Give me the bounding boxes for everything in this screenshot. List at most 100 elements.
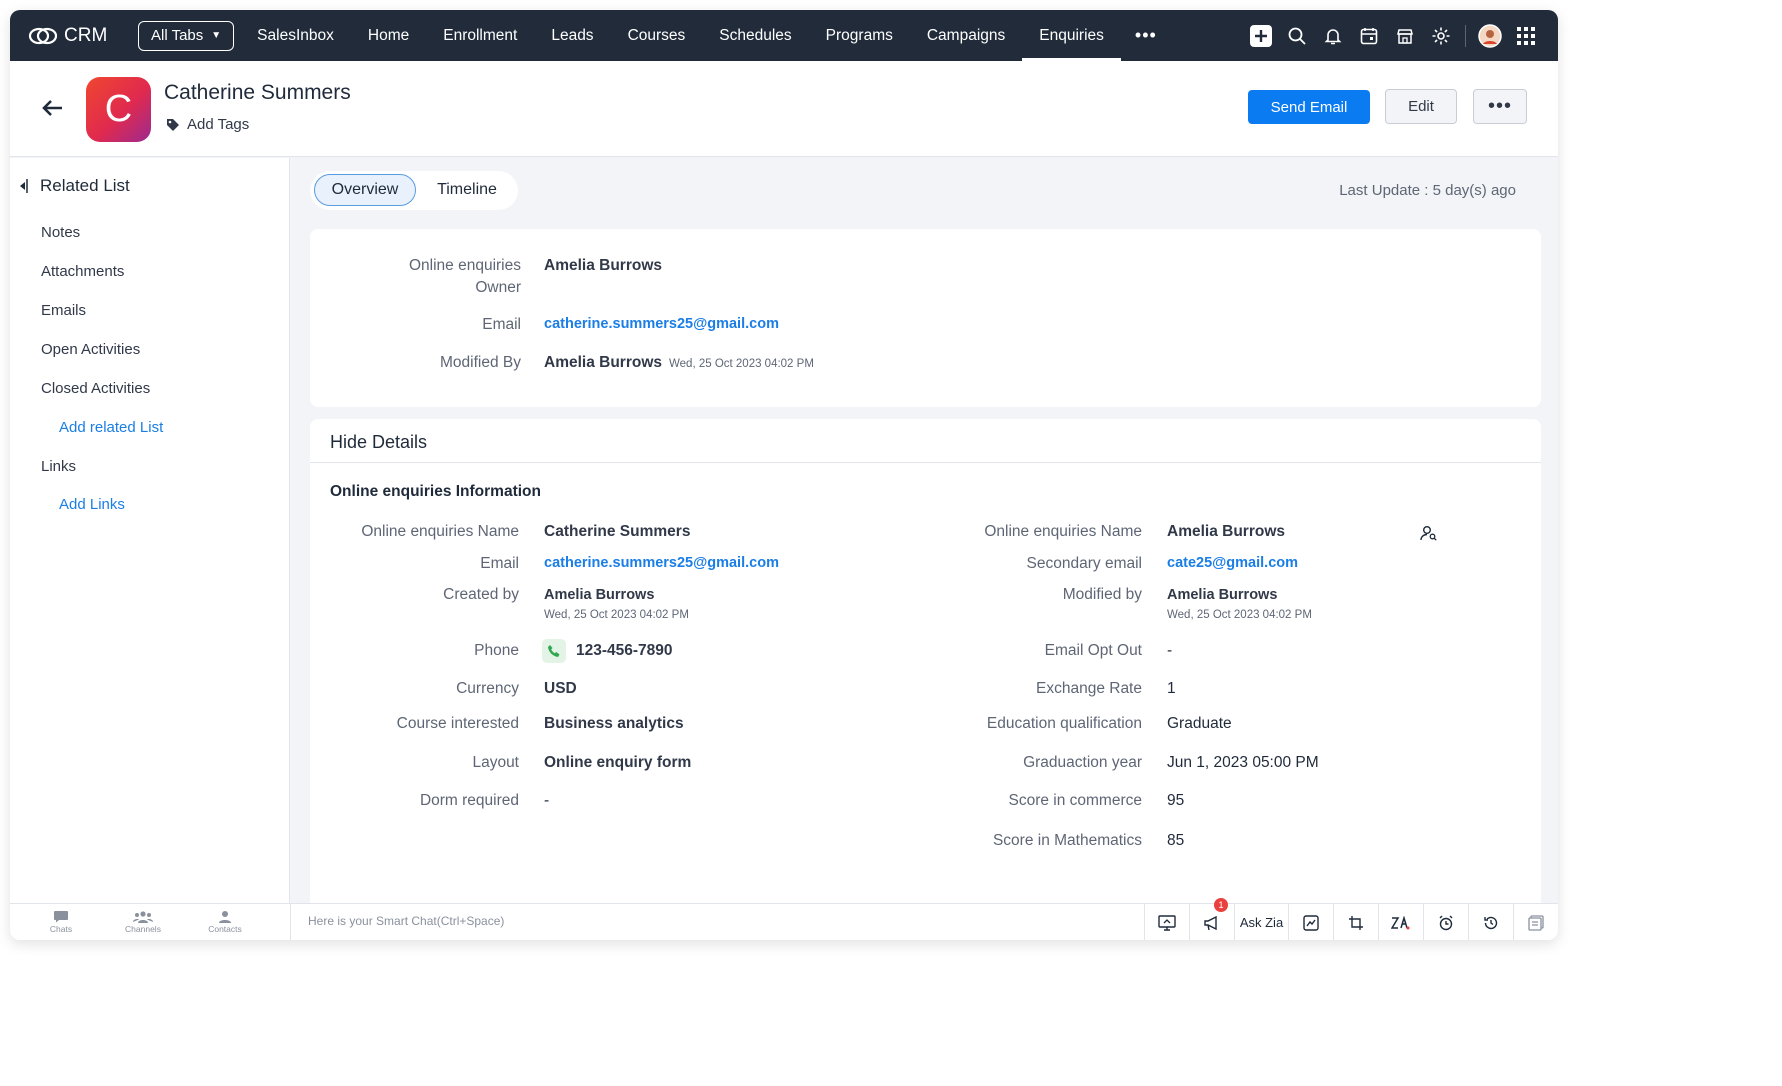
tab-programs[interactable]: Programs (809, 10, 910, 61)
email-value[interactable]: catherine.summers25@gmail.com (544, 316, 779, 332)
zia-logo-icon[interactable] (1378, 904, 1423, 940)
record-header: C Catherine Summers Add Tags Send Email … (10, 61, 1558, 157)
add-tags-button[interactable]: Add Tags (166, 116, 249, 133)
created-by-time: Wed, 25 Oct 2023 04:02 PM (544, 609, 689, 621)
tab-schedules[interactable]: Schedules (702, 10, 808, 61)
sidebar-item-notes[interactable]: Notes (41, 224, 80, 241)
footer-tools: 1 Ask Zia (1144, 898, 1558, 940)
related-list-header[interactable]: Related List (18, 176, 130, 196)
sidebar-item-links[interactable]: Links (41, 458, 76, 475)
tab-leads[interactable]: Leads (534, 10, 610, 61)
related-list-sidebar: Related List Notes Attachments Emails Op… (10, 158, 290, 903)
tab-overview[interactable]: Overview (314, 174, 416, 206)
record-avatar: C (86, 77, 151, 142)
channels-icon (113, 908, 173, 924)
chat-bubble-icon (31, 908, 91, 924)
modified-by-label: Modified by (1062, 586, 1142, 603)
footer-divider (290, 904, 291, 940)
score-commerce-label: Score in commerce (1008, 792, 1142, 809)
dorm-required-label: Dorm required (419, 792, 519, 809)
tab-campaigns[interactable]: Campaigns (910, 10, 1022, 61)
tab-courses[interactable]: Courses (611, 10, 703, 61)
currency-label: Currency (456, 680, 519, 697)
ask-zia-button[interactable]: Ask Zia (1234, 904, 1288, 940)
phone-value[interactable]: 123-456-7890 (576, 642, 673, 660)
enquiry-owner-name-value: Amelia Burrows (1167, 523, 1286, 540)
graduation-year-label: Graduaction year (1023, 754, 1142, 771)
crm-window: CRM All Tabs ▼ SalesInbox Home Enrollmen… (10, 10, 1558, 940)
smart-chat-input[interactable]: Here is your Smart Chat(Ctrl+Space) (308, 914, 504, 928)
view-tabs: Overview Timeline (310, 171, 518, 210)
email-opt-out-value: - (1167, 642, 1173, 659)
summary-card: Online enquiries Owner Amelia Burrows Em… (310, 229, 1541, 407)
exchange-rate-value: 1 (1167, 680, 1176, 697)
phone-label: Phone (474, 642, 519, 659)
hide-details-toggle[interactable]: Hide Details (330, 432, 427, 453)
calendar-icon[interactable] (1351, 18, 1387, 54)
email-label: Email (480, 555, 519, 572)
all-tabs-dropdown[interactable]: All Tabs ▼ (138, 20, 235, 51)
sidebar-item-attachments[interactable]: Attachments (41, 263, 124, 280)
currency-value: USD (544, 680, 577, 697)
sidebar-item-closed-activities[interactable]: Closed Activities (41, 380, 150, 397)
alarm-clock-icon[interactable] (1423, 904, 1468, 940)
score-mathematics-value: 85 (1167, 832, 1185, 849)
tab-timeline[interactable]: Timeline (424, 174, 510, 206)
bell-icon[interactable] (1315, 18, 1351, 54)
modified-by-time: Wed, 25 Oct 2023 04:02 PM (1167, 609, 1312, 621)
record-name: Catherine Summers (164, 81, 351, 104)
channels-button[interactable]: Channels (113, 908, 173, 934)
last-update-text: Last Update : 5 day(s) ago (1339, 182, 1516, 199)
send-email-button[interactable]: Send Email (1248, 90, 1370, 124)
modified-by-value: Amelia Burrows (1167, 587, 1278, 603)
more-actions-button[interactable]: ••• (1473, 89, 1527, 124)
layout-label: Layout (472, 754, 519, 771)
section-title: Online enquiries Information (330, 483, 541, 500)
search-icon[interactable] (1279, 18, 1315, 54)
apps-grid-icon[interactable] (1508, 18, 1544, 54)
history-icon[interactable] (1468, 904, 1513, 940)
secondary-email-value[interactable]: cate25@gmail.com (1167, 555, 1298, 571)
caret-down-icon: ▼ (211, 30, 222, 41)
add-related-list-link[interactable]: Add related List (59, 419, 163, 436)
plus-icon[interactable] (1243, 18, 1279, 54)
tab-enquiries[interactable]: Enquiries (1022, 10, 1121, 61)
owner-value[interactable]: Amelia Burrows (544, 257, 662, 275)
divider (310, 462, 1541, 463)
score-mathematics-label: Score in Mathematics (992, 832, 1142, 849)
sidebar-item-emails[interactable]: Emails (41, 302, 86, 319)
education-qualification-value: Graduate (1167, 715, 1232, 732)
crm-logo[interactable]: CRM (28, 25, 128, 47)
edit-button[interactable]: Edit (1385, 89, 1457, 124)
analytics-icon[interactable] (1288, 904, 1333, 940)
phone-call-icon[interactable] (542, 639, 566, 663)
screen-share-icon[interactable] (1144, 904, 1189, 940)
add-links-link[interactable]: Add Links (59, 496, 125, 513)
top-navigation-bar: CRM All Tabs ▼ SalesInbox Home Enrollmen… (10, 10, 1558, 61)
contacts-button[interactable]: Contacts (195, 908, 255, 934)
user-avatar[interactable] (1472, 18, 1508, 54)
email-value[interactable]: catherine.summers25@gmail.com (544, 555, 779, 571)
chats-button[interactable]: Chats (31, 908, 91, 934)
owner-label-line1: Online enquiries (408, 257, 521, 274)
all-tabs-label: All Tabs (151, 27, 204, 44)
change-owner-icon[interactable] (1420, 525, 1438, 546)
chats-label: Chats (49, 924, 73, 934)
crop-icon[interactable] (1333, 904, 1378, 940)
tag-icon (167, 118, 179, 131)
tab-salesinbox[interactable]: SalesInbox (240, 10, 351, 61)
graduation-year-value: Jun 1, 2023 05:00 PM (1167, 754, 1319, 771)
notes-panel-icon[interactable] (1513, 904, 1558, 940)
more-tabs-button[interactable]: ••• (1121, 25, 1171, 46)
modified-by-label: Modified By (440, 354, 521, 371)
tab-enrollment[interactable]: Enrollment (426, 10, 534, 61)
back-arrow-icon[interactable] (40, 98, 64, 123)
sidebar-item-open-activities[interactable]: Open Activities (41, 341, 140, 358)
crm-logo-text: CRM (64, 24, 108, 46)
tab-home[interactable]: Home (351, 10, 426, 61)
announcements-icon[interactable]: 1 (1189, 898, 1234, 940)
module-tabs: SalesInbox Home Enrollment Leads Courses… (240, 10, 1171, 61)
gear-icon[interactable] (1423, 18, 1459, 54)
exchange-rate-label: Exchange Rate (1036, 680, 1142, 697)
marketplace-icon[interactable] (1387, 18, 1423, 54)
